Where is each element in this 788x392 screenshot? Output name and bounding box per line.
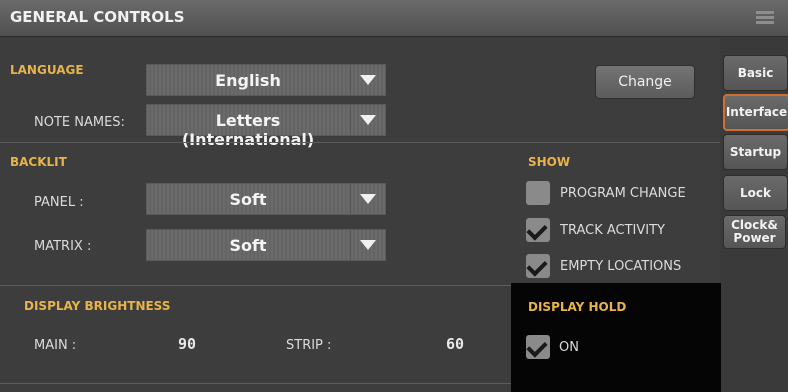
strip-brightness-value[interactable]: 60 [446, 335, 464, 353]
display-hold-checkbox[interactable] [526, 335, 550, 359]
matrix-backlit-value: Soft [229, 236, 267, 255]
tab-interface[interactable]: Interface [723, 94, 788, 131]
change-button[interactable]: Change [595, 65, 695, 99]
note-names-select-value: Letters (International) [181, 111, 315, 149]
section-divider [0, 383, 512, 384]
section-divider [0, 142, 720, 143]
display-brightness-section-label: DISPLAY BRIGHTNESS [24, 299, 171, 313]
side-tab-bar: Basic Interface Startup Lock Clock& Powe… [721, 37, 788, 392]
section-divider [0, 285, 512, 286]
tab-basic[interactable]: Basic [723, 55, 788, 91]
track-activity-checkbox[interactable] [526, 218, 550, 242]
show-section-label: SHOW [528, 155, 571, 169]
panel-backlit-select[interactable]: Soft [146, 183, 386, 215]
dropdown-arrow-icon[interactable] [350, 184, 385, 214]
tab-clock-power[interactable]: Clock& Power [723, 215, 786, 249]
note-names-select[interactable]: Letters (International) [146, 104, 386, 149]
dropdown-arrow-icon[interactable] [350, 230, 385, 260]
display-hold-section-label: DISPLAY HOLD [528, 300, 627, 314]
hamburger-menu-icon[interactable] [756, 11, 774, 25]
panel-backlit-value: Soft [229, 190, 267, 209]
program-change-checkbox[interactable] [526, 181, 550, 205]
language-section-label: LANGUAGE [10, 63, 84, 77]
note-names-label: NOTE NAMES: [34, 115, 125, 130]
panel-label: PANEL : [34, 195, 84, 210]
dropdown-arrow-icon[interactable] [350, 65, 385, 95]
main-brightness-label: MAIN : [34, 338, 77, 353]
tab-lock[interactable]: Lock [723, 175, 788, 211]
strip-brightness-label: STRIP : [286, 338, 332, 353]
language-select-value: English [215, 71, 281, 90]
empty-locations-checkbox[interactable] [526, 254, 550, 278]
dropdown-arrow-icon[interactable] [350, 105, 385, 135]
matrix-backlit-select[interactable]: Soft [146, 229, 386, 261]
program-change-label: PROGRAM CHANGE [560, 186, 686, 201]
display-hold-panel: DISPLAY HOLD ON [511, 283, 721, 392]
tab-startup[interactable]: Startup [723, 134, 788, 170]
empty-locations-label: EMPTY LOCATIONS [560, 259, 682, 274]
title-bar: GENERAL CONTROLS [0, 0, 788, 37]
language-select[interactable]: English [146, 64, 386, 96]
matrix-label: MATRIX : [34, 239, 92, 254]
display-hold-label: ON [559, 340, 579, 355]
main-brightness-value[interactable]: 90 [178, 335, 196, 353]
track-activity-label: TRACK ACTIVITY [560, 223, 665, 238]
backlit-section-label: BACKLIT [10, 155, 67, 169]
page-title: GENERAL CONTROLS [10, 8, 185, 26]
